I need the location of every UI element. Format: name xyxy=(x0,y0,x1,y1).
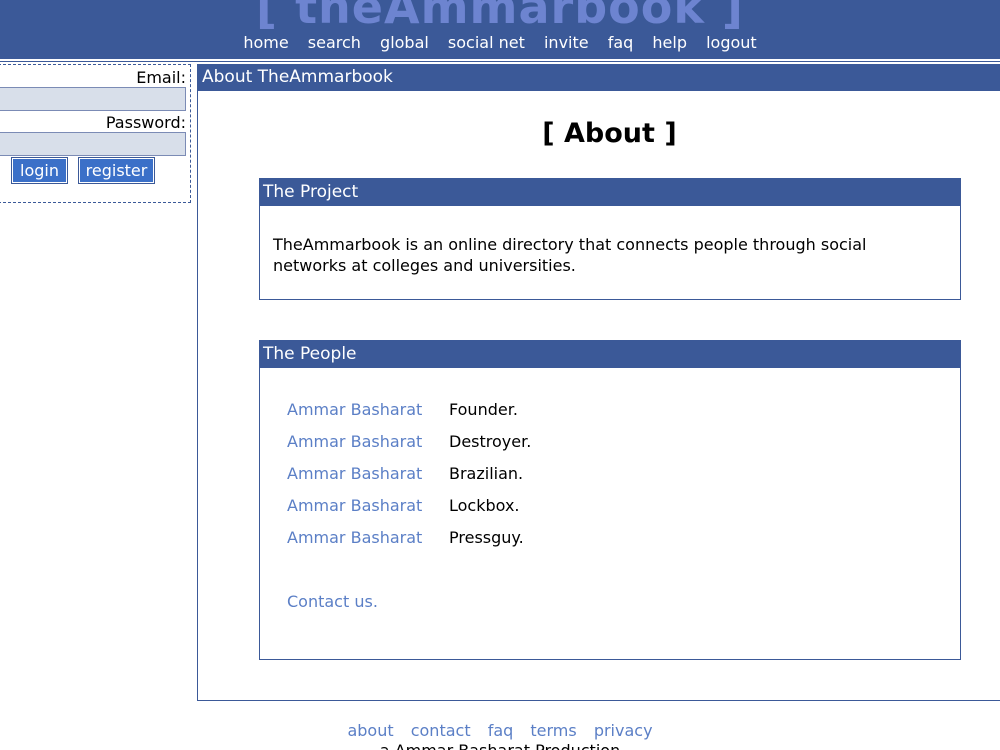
register-button[interactable]: register xyxy=(78,157,155,184)
footer-about-link[interactable]: about xyxy=(347,721,393,740)
main-panel: About TheAmmarbook [ About ] The Project… xyxy=(197,64,1000,701)
footer-links: about contact faq terms privacy xyxy=(0,721,1000,740)
person-role: Pressguy. xyxy=(449,528,524,547)
nav-home[interactable]: home xyxy=(243,33,288,52)
person-name-link[interactable]: Ammar Basharat xyxy=(287,496,422,515)
nav-invite[interactable]: invite xyxy=(544,33,589,52)
person-role: Founder. xyxy=(449,400,518,419)
nav-search[interactable]: search xyxy=(308,33,361,52)
people-title: The People xyxy=(260,341,960,368)
person-role: Destroyer. xyxy=(449,432,532,451)
nav-global[interactable]: global xyxy=(380,33,429,52)
email-label: Email: xyxy=(136,68,186,87)
nav-social-net[interactable]: social net xyxy=(448,33,525,52)
site-logo[interactable]: [ theAmmarbook ] xyxy=(0,0,1000,34)
person-name-link[interactable]: Ammar Basharat xyxy=(287,464,422,483)
footer-faq-link[interactable]: faq xyxy=(488,721,514,740)
footer-privacy-link[interactable]: privacy xyxy=(594,721,653,740)
nav-logout[interactable]: logout xyxy=(706,33,757,52)
person-name-link[interactable]: Ammar Basharat xyxy=(287,432,422,451)
person-name-link[interactable]: Ammar Basharat xyxy=(287,528,422,547)
footer-credit: a Ammar Basharat Production xyxy=(0,741,1000,750)
header-bar: [ theAmmarbook ] home search global soci… xyxy=(0,0,1000,59)
person-role: Brazilian. xyxy=(449,464,524,483)
people-box: The People Ammar Basharat Founder. Ammar… xyxy=(259,340,961,660)
person-role: Lockbox. xyxy=(449,496,520,515)
login-button[interactable]: login xyxy=(11,157,68,184)
person-name-link[interactable]: Ammar Basharat xyxy=(287,400,422,419)
contact-us-link[interactable]: Contact us. xyxy=(287,592,378,611)
header-divider-line xyxy=(0,61,1000,62)
top-nav: home search global social net invite faq… xyxy=(0,33,1000,52)
footer-terms-link[interactable]: terms xyxy=(530,721,576,740)
password-label: Password: xyxy=(105,113,186,132)
project-description: TheAmmarbook is an online directory that… xyxy=(273,235,867,275)
nav-faq[interactable]: faq xyxy=(608,33,634,52)
page-heading: [ About ] xyxy=(542,118,677,149)
nav-help[interactable]: help xyxy=(652,33,687,52)
page-title-bar: About TheAmmarbook xyxy=(198,64,1000,91)
footer-contact-link[interactable]: contact xyxy=(411,721,471,740)
login-panel: Email: Password: login register xyxy=(0,64,191,203)
project-box: The Project TheAmmarbook is an online di… xyxy=(259,178,961,300)
email-field[interactable] xyxy=(0,87,186,111)
project-title: The Project xyxy=(260,179,960,206)
password-field[interactable] xyxy=(0,132,186,156)
